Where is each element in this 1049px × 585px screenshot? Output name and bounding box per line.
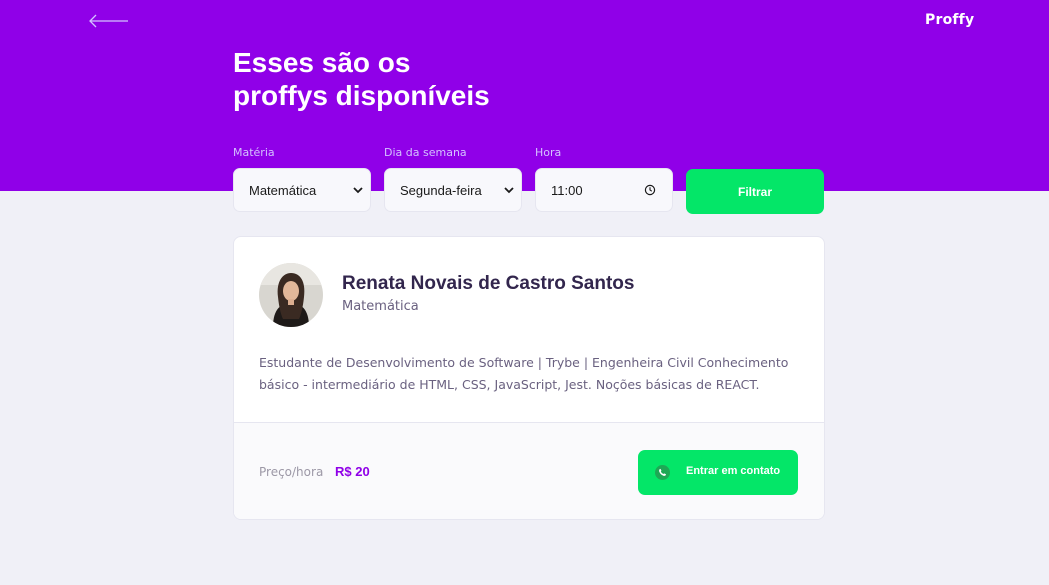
chevron-down-icon [504,187,514,194]
price-value: R$ 20 [335,464,370,479]
page-title-line-2: proffys disponíveis [233,80,490,111]
teacher-card: Renata Novais de Castro Santos Matemátic… [233,236,825,520]
time-input[interactable]: 11:00 [535,168,673,212]
page-title: Esses são os proffys disponíveis [233,46,653,112]
card-footer: Preço/hora R$ 20 Entrar em contato [234,422,824,519]
logo: Proffy [925,12,975,28]
weekday-select[interactable]: Segunda-feira [384,168,522,212]
clock-icon[interactable] [644,184,656,196]
teacher-subject: Matemática [342,299,419,314]
avatar-image [259,263,323,327]
price-label: Preço/hora [259,465,324,479]
time-label: Hora [535,146,562,159]
arrow-left-icon[interactable] [88,11,130,31]
filter-button[interactable]: Filtrar [686,169,824,214]
subject-select[interactable]: Matemática [233,168,371,212]
time-input-value: 11:00 [551,183,583,198]
weekday-label: Dia da semana [384,146,467,159]
weekday-select-value: Segunda-feira [400,183,482,198]
page-header: Proffy Esses são os proffys disponíveis … [0,0,1049,191]
contact-button-label: Entrar em contato [686,465,781,477]
teacher-bio: Estudante de Desenvolvimento de Software… [259,355,789,392]
chevron-down-icon [353,187,363,194]
subject-select-value: Matemática [249,183,317,198]
page-title-line-1: Esses são os [233,47,411,78]
contact-button[interactable]: Entrar em contato [638,450,798,495]
whatsapp-icon [655,465,670,480]
teacher-name: Renata Novais de Castro Santos [342,273,635,294]
subject-label: Matéria [233,146,275,159]
avatar [259,263,323,327]
